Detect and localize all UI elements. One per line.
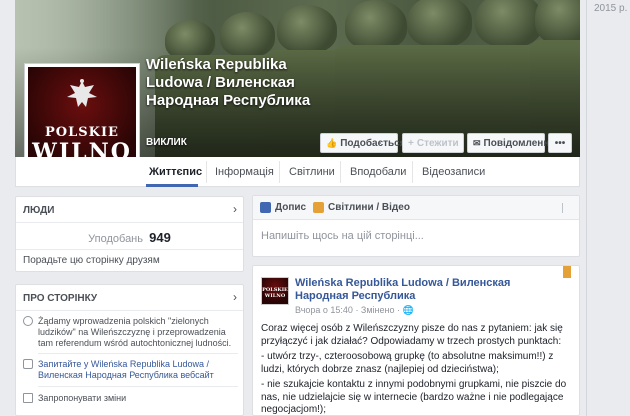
tab-videos[interactable]: Відеозаписи <box>422 166 485 178</box>
page-category: ВИКЛИК <box>146 137 187 148</box>
post-composer: Допис Світлини / Відео Напишіть щось на … <box>252 195 580 257</box>
tab-info[interactable]: Інформація <box>215 166 274 178</box>
ask-website-link[interactable]: Запитайте у Wileńska Republika Ludowa / … <box>38 359 238 381</box>
message-icon: ✉ <box>473 137 481 148</box>
timeline-year[interactable]: 2015 р. <box>594 3 627 14</box>
people-card: ЛЮДИ › Уподобань 949 Порадьте цю сторінк… <box>15 196 244 272</box>
follow-button[interactable]: + Стежити <box>402 133 464 153</box>
composer-tab-post[interactable]: Допис <box>260 202 306 213</box>
likes-summary[interactable]: Уподобань 949 <box>16 230 243 245</box>
timeline-line <box>586 0 587 416</box>
post-paragraph: - utwórz trzy-, czteroosobową grupkę (to… <box>261 351 554 375</box>
thumbs-up-icon: 👍 <box>326 137 338 148</box>
timeline-post: POLSKIE WILNO Wileńska Republika Ludowa … <box>252 265 580 416</box>
photo-icon <box>313 202 324 213</box>
globe-icon <box>23 359 33 369</box>
info-icon <box>23 316 33 326</box>
active-tab-indicator <box>146 184 198 187</box>
post-author-name[interactable]: Wileńska Republika Ludowa / Виленская На… <box>295 277 565 303</box>
about-description: Żądamy wprowadzenia polskich "zielonych … <box>38 316 232 348</box>
composer-input[interactable]: Напишіть щось на цій сторінці... <box>261 230 424 242</box>
likes-count: 949 <box>149 230 171 245</box>
about-card-title[interactable]: ПРО СТОРІНКУ <box>23 293 97 304</box>
suggest-edits-link[interactable]: Запропонувати зміни <box>38 393 238 404</box>
post-paragraph: - nie szukajcie kontaktu z innymi podobn… <box>261 379 567 415</box>
more-button[interactable]: ••• <box>548 133 572 153</box>
eagle-emblem-icon <box>67 79 97 107</box>
page-nav-bar: Життєпис Інформація Світлини Вподобали В… <box>15 157 580 187</box>
more-icon: ••• <box>554 137 566 149</box>
profile-text-line1: POLSKIE <box>45 125 119 140</box>
post-author-avatar[interactable]: POLSKIE WILNO <box>261 277 289 305</box>
about-card: ПРО СТОРІНКУ › Żądamy wprowadzenia polsk… <box>15 284 244 416</box>
flag-icon[interactable] <box>562 203 570 213</box>
post-meta[interactable]: Вчора о 15:40 · Змінено · 🌐 <box>295 305 414 316</box>
about-description-row: Żądamy wprowadzenia polskich "zielonych … <box>23 316 238 349</box>
invite-friends-link[interactable]: Порадьте цю сторінку друзям <box>23 255 160 266</box>
tab-timeline[interactable]: Життєпис <box>149 166 202 178</box>
post-paragraph: Coraz więcej osób z Wileńszczyzny pisze … <box>261 323 563 347</box>
plus-icon: + <box>408 137 414 149</box>
chevron-right-icon[interactable]: › <box>233 290 237 304</box>
likes-label: Уподобань <box>88 233 143 245</box>
tab-photos[interactable]: Світлини <box>289 166 335 178</box>
about-website-row: Запитайте у Wileńska Republika Ludowa / … <box>23 359 238 381</box>
suggest-edits-row[interactable]: Запропонувати зміни <box>23 393 238 404</box>
page-title[interactable]: Wileńska Republika Ludowa / Виленская На… <box>146 56 326 110</box>
like-button[interactable]: 👍 Подобається! <box>320 133 409 153</box>
pencil-icon <box>23 393 33 403</box>
pencil-icon <box>260 202 271 213</box>
people-card-title[interactable]: ЛЮДИ <box>23 205 54 216</box>
message-button[interactable]: ✉ Повідомлення <box>467 133 555 153</box>
tab-likes[interactable]: Вподобали <box>350 166 406 178</box>
post-body: Coraz więcej osób z Wileńszczyzny pisze … <box>261 323 574 416</box>
composer-tab-photo[interactable]: Світлини / Відео <box>313 202 410 213</box>
chevron-right-icon[interactable]: › <box>233 202 237 216</box>
